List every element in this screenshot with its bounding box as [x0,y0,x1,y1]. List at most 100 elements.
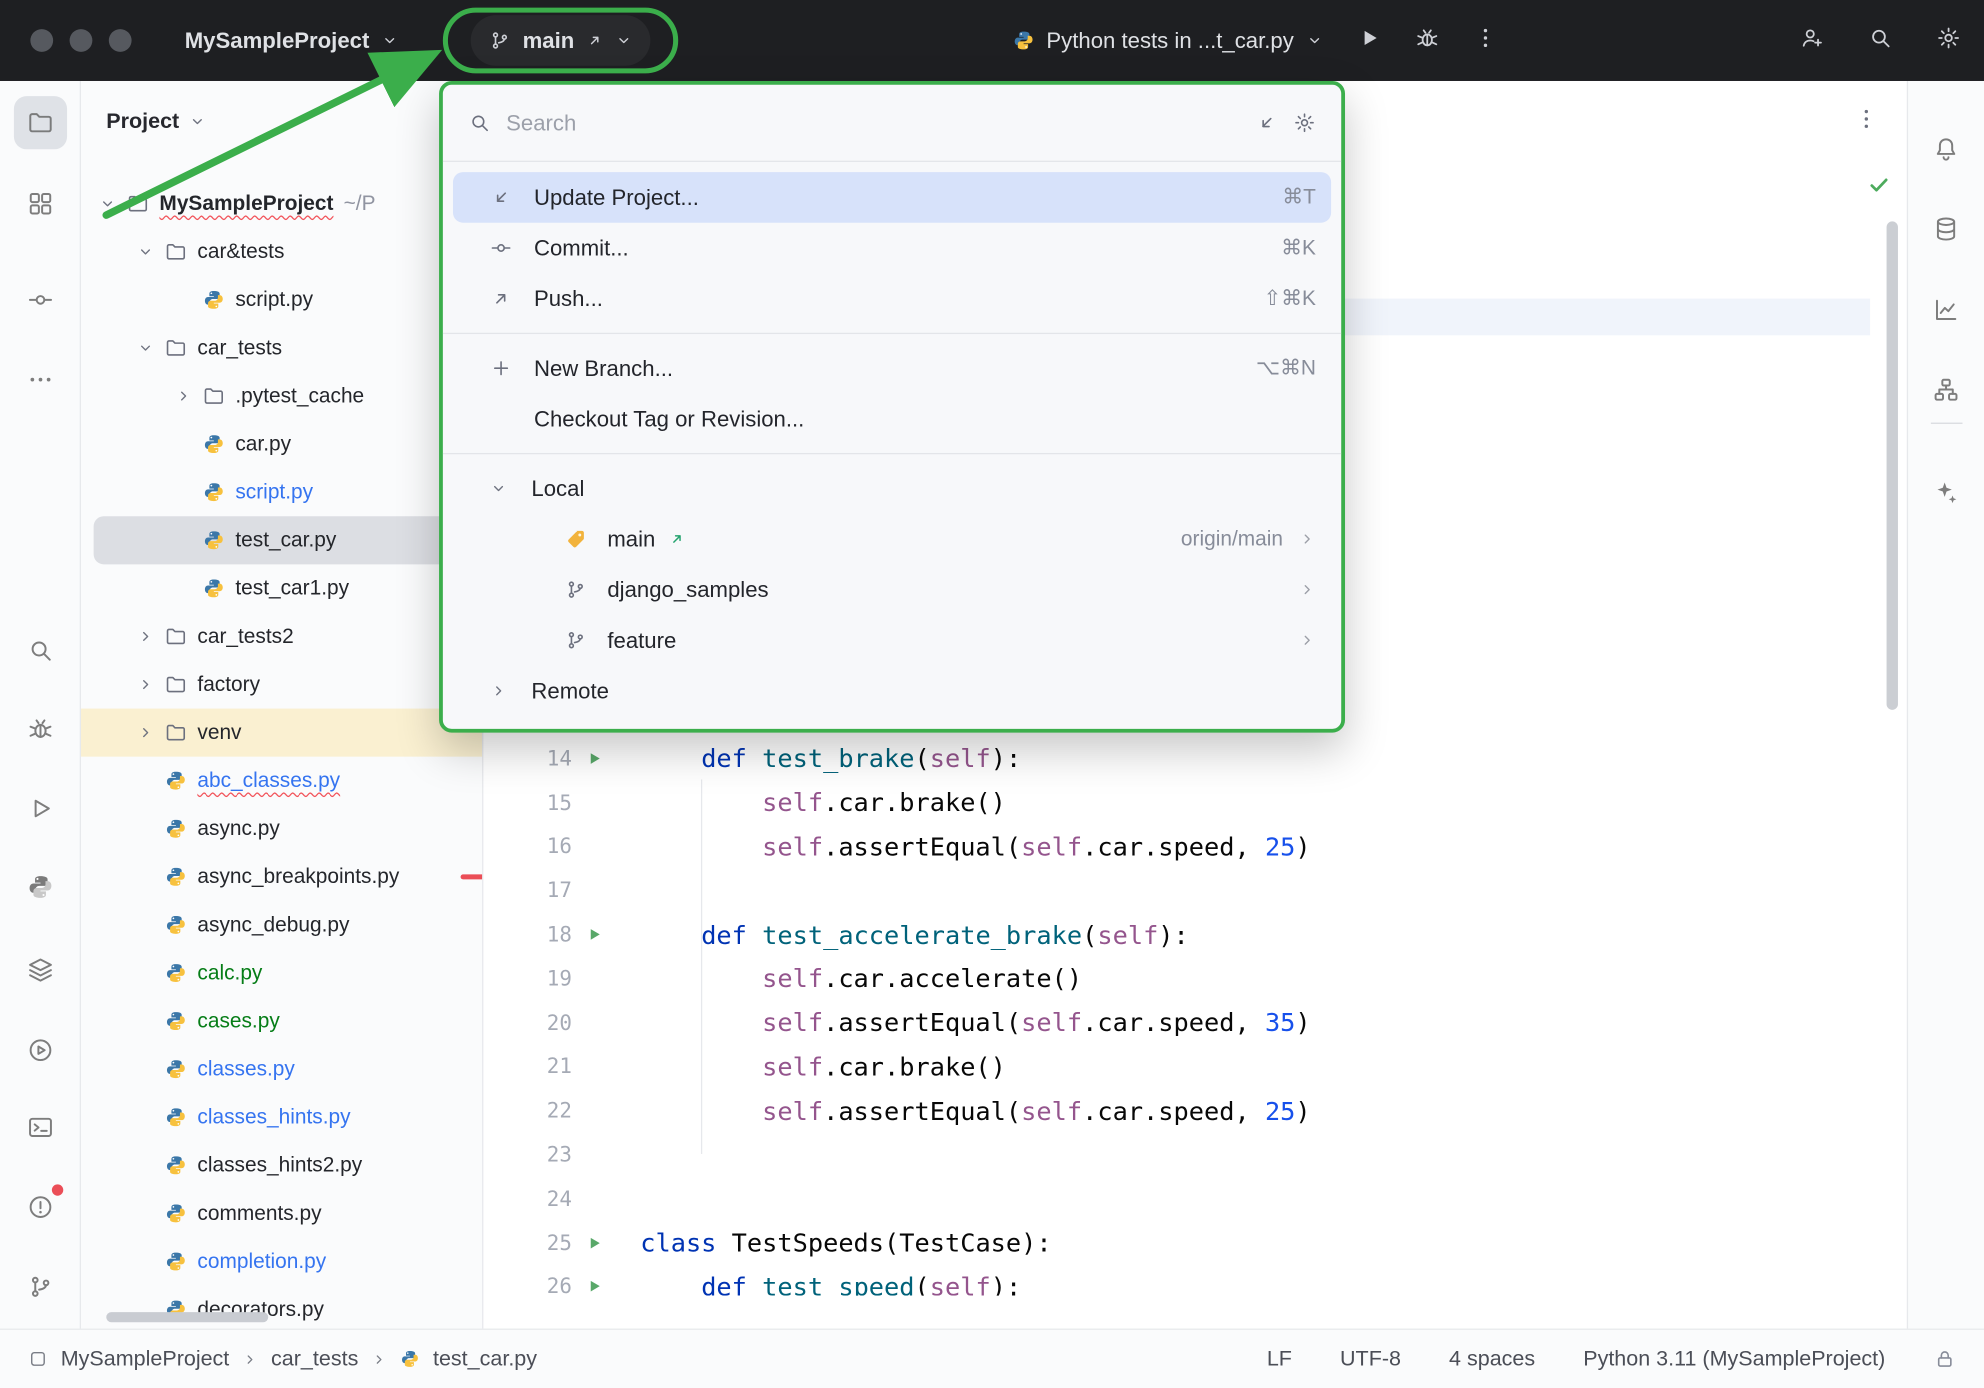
tree-item-script-py[interactable]: script.py [81,468,482,516]
tool-debug-button[interactable] [14,702,67,755]
search-input[interactable] [506,109,1240,137]
tree-item-classes-py[interactable]: classes.py [81,1045,482,1093]
chevron-down-icon[interactable] [486,480,511,498]
code-line[interactable]: 14 def test_brake(self): [483,736,1906,780]
tree-item-classes-hints-py[interactable]: classes_hints.py [81,1093,482,1141]
tree-item-script-py[interactable]: script.py [81,276,482,324]
menu-item-update-project[interactable]: Update Project... ⌘T [452,172,1332,223]
code-area[interactable]: 14 def test_brake(self): 15 self.car.brak… [483,736,1906,1295]
tree-item-pytest-cache[interactable]: .pytest_cache [81,372,482,420]
tree-item-test-car-py[interactable]: test_car.py [93,516,467,565]
run-test-icon[interactable] [584,925,603,944]
tool-database-button[interactable] [1919,202,1972,255]
tool-project-button[interactable] [13,96,68,150]
horizontal-scrollbar[interactable] [106,1312,269,1323]
lock-icon[interactable] [1933,1348,1956,1371]
chevron-right-icon[interactable] [486,682,511,700]
chevron-right-icon[interactable] [134,676,157,694]
fetch-icon[interactable] [1255,111,1278,134]
chevron-right-icon[interactable] [1298,631,1316,649]
branch-popup-settings-icon[interactable] [1293,111,1316,134]
code-line[interactable]: 18 def test_accelerate_brake(self): [483,913,1906,957]
run-test-icon[interactable] [584,749,603,768]
code-line[interactable]: 15 self.car.brake() [483,780,1906,824]
window-minimize-button[interactable] [69,29,93,52]
branch-item-main[interactable]: main origin/main [443,514,1341,565]
run-button[interactable] [1356,25,1381,57]
tool-structure-hierarchy-button[interactable] [1919,363,1972,416]
breadcrumb-test-car-py[interactable]: test_car.py [433,1346,537,1371]
tree-item-async-debug-py[interactable]: async_debug.py [81,901,482,949]
run-config-selector[interactable]: Python tests in ...t_car.py [1012,27,1323,54]
tree-item-car-tests2[interactable]: car_tests2 [81,612,482,660]
menu-item-push[interactable]: Push... ⇧⌘K [443,273,1341,324]
window-zoom-button[interactable] [108,29,132,52]
breadcrumb-car-tests[interactable]: car_tests [271,1346,358,1371]
code-line[interactable]: 16 self.assertEqual(self.car.speed, 25) [483,824,1906,868]
section-remote[interactable]: Remote [443,666,1341,717]
tool-commit-button[interactable] [14,273,67,326]
chevron-down-icon[interactable] [188,113,206,131]
tree-item-async-breakpoints-py[interactable]: async_breakpoints.py [81,853,483,901]
tree-item-comments-py[interactable]: comments.py [81,1189,482,1237]
tool-more-tools-button[interactable] [14,353,67,406]
tree-item-cases-py[interactable]: cases.py [81,997,482,1045]
tool-terminal-button[interactable] [14,1101,67,1154]
tree-item-completion-py[interactable]: completion.py [81,1237,482,1285]
chevron-down-icon[interactable] [134,243,157,261]
chevron-right-icon[interactable] [1298,530,1316,548]
tool-plots-button[interactable] [1919,283,1972,336]
tool-search-button[interactable] [14,624,67,677]
code-line[interactable]: 26 def test_speed(self): [483,1265,1906,1296]
tree-item-factory[interactable]: factory [81,660,482,708]
run-test-icon[interactable] [584,1277,603,1295]
status-4-spaces[interactable]: 4 spaces [1449,1346,1535,1371]
tool-services-button[interactable] [14,943,67,996]
code-line[interactable]: 20 self.assertEqual(self.car.speed, 35) [483,1001,1906,1045]
status-python-3-11-mysampleproject[interactable]: Python 3.11 (MySampleProject) [1583,1346,1885,1371]
menu-item-checkout-tag-or-revision[interactable]: Checkout Tag or Revision... [443,394,1341,445]
project-widget[interactable]: MySampleProject [185,15,399,66]
tool-ai-assistant-button[interactable] [1919,466,1972,519]
menu-item-commit[interactable]: Commit... ⌘K [443,223,1341,274]
branch-item-django-samples[interactable]: django_samples [443,564,1341,615]
code-line[interactable]: 25 class TestSpeeds(TestCase): [483,1221,1906,1265]
tree-item-abc-classes-py[interactable]: abc_classes.py [81,757,482,805]
tool-run-button[interactable] [14,782,67,835]
chevron-right-icon[interactable] [134,628,157,646]
code-line[interactable]: 19 self.car.accelerate() [483,957,1906,1001]
tree-item-test-car1-py[interactable]: test_car1.py [81,564,482,612]
code-with-me-button[interactable] [1799,25,1824,57]
settings-button[interactable] [1936,25,1961,57]
tree-item-async-py[interactable]: async.py [81,805,482,853]
code-line[interactable]: 21 self.car.brake() [483,1045,1906,1089]
vertical-scrollbar[interactable] [1886,221,1898,710]
tree-item-classes-hints2-py[interactable]: classes_hints2.py [81,1141,482,1189]
chevron-down-icon[interactable] [96,195,119,213]
window-close-button[interactable] [30,29,54,52]
chevron-down-icon[interactable] [134,339,157,357]
search-everywhere-button[interactable] [1868,25,1893,57]
tree-item-car-tests[interactable]: car_tests [81,324,482,372]
code-line[interactable]: 24 [483,1177,1906,1221]
chevron-right-icon[interactable] [134,724,157,742]
status-utf-8[interactable]: UTF-8 [1340,1346,1401,1371]
chevron-right-icon[interactable] [172,387,195,405]
more-actions-button[interactable] [1472,25,1497,57]
tree-item-calc-py[interactable]: calc.py [81,949,482,997]
tree-item-car-tests[interactable]: car&tests [81,228,482,276]
menu-item-new-branch[interactable]: New Branch... ⌥⌘N [443,343,1341,394]
tool-run-anything-button[interactable] [14,1024,67,1077]
code-line[interactable]: 23 [483,1133,1906,1177]
branch-item-feature[interactable]: feature [443,615,1341,666]
tree-item-mysampleproject[interactable]: MySampleProject ~/P [81,180,482,228]
tool-version-control-button[interactable] [14,1260,67,1313]
editor-options-button[interactable] [1854,106,1879,138]
status-lf[interactable]: LF [1267,1346,1292,1371]
code-line[interactable]: 17 [483,868,1906,912]
tree-item-car-py[interactable]: car.py [81,420,482,468]
code-line[interactable]: 22 self.assertEqual(self.car.speed, 25) [483,1089,1906,1133]
breadcrumb-mysampleproject[interactable]: MySampleProject [61,1346,230,1371]
chevron-right-icon[interactable] [1298,581,1316,599]
section-local[interactable]: Local [443,463,1341,514]
